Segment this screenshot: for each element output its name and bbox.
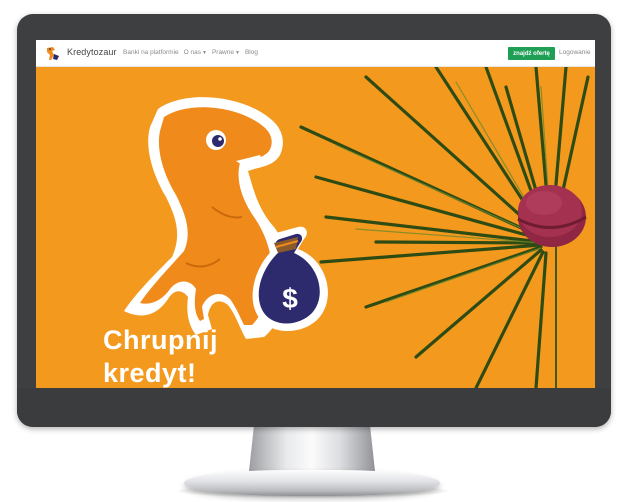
- dollar-sign: $: [282, 283, 298, 314]
- navbar: Kredytozaur Banki na platformie O nas▼ P…: [36, 40, 595, 67]
- brand-name[interactable]: Kredytozaur: [67, 47, 117, 57]
- monitor-base: [184, 470, 440, 496]
- nav-link-legal[interactable]: Prawne▼: [212, 49, 240, 56]
- caret-down-icon: ▼: [201, 50, 207, 56]
- caret-down-icon: ▼: [234, 50, 240, 56]
- nav-link-about[interactable]: O nas▼: [184, 49, 207, 56]
- hero-section: $ Chrupnij kredyt!: [36, 67, 595, 388]
- headline-line-2: kredyt!: [103, 358, 197, 388]
- nav-link-blog[interactable]: Blog: [245, 49, 258, 56]
- nav-link-banks[interactable]: Banki na platformie: [123, 49, 179, 56]
- nav-link-label: O nas: [183, 49, 201, 56]
- login-link[interactable]: Logowanie: [559, 49, 590, 56]
- headline-line-1: Chrupnij: [103, 325, 218, 355]
- monitor-chin: [17, 388, 611, 427]
- find-offer-button[interactable]: znajdź ofertę: [508, 47, 555, 60]
- dino-logo-icon[interactable]: [44, 45, 62, 62]
- screen: Kredytozaur Banki na platformie O nas▼ P…: [36, 40, 595, 388]
- nav-link-label: Banki na platformie: [123, 49, 179, 56]
- hero-headline: Chrupnij kredyt!: [103, 324, 303, 388]
- nav-link-label: Prawne: [211, 49, 234, 56]
- nav-link-label: Blog: [244, 49, 258, 56]
- nav-links: Banki na platformie O nas▼ Prawne▼ Blog: [123, 49, 258, 56]
